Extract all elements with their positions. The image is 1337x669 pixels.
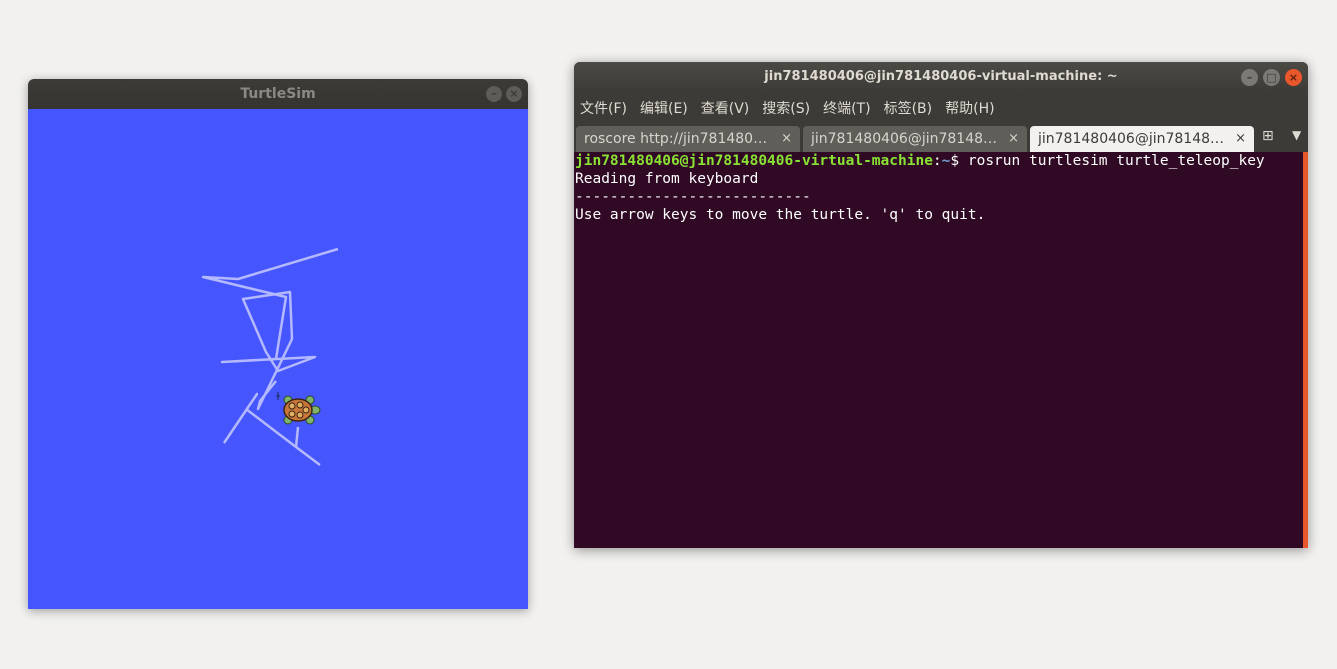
minimize-icon[interactable]: –	[486, 86, 502, 102]
minimize-icon[interactable]: –	[1241, 69, 1258, 86]
tab-close-icon[interactable]: ×	[1008, 126, 1019, 152]
terminal-menubar: 文件(F) 编辑(E) 查看(V) 搜索(S) 终端(T) 标签(B) 帮助(H…	[574, 92, 1308, 124]
close-icon[interactable]: ×	[506, 86, 522, 102]
terminal-output[interactable]: jin781480406@jin781480406-virtual-machin…	[574, 152, 1302, 548]
tab-label: roscore http://jin7814804…	[584, 131, 774, 147]
scrollbar[interactable]	[1303, 152, 1308, 548]
tab-label: jin781480406@jin781480…	[811, 131, 1001, 147]
menu-search[interactable]: 搜索(S)	[762, 98, 810, 118]
menu-help[interactable]: 帮助(H)	[945, 98, 994, 118]
command-text: rosrun turtlesim turtle_teleop_key	[959, 153, 1265, 169]
turtlesim-titlebar[interactable]: TurtleSim – ×	[28, 79, 528, 109]
tab-shell-1[interactable]: jin781480406@jin781480… ×	[803, 126, 1027, 152]
menu-tabs[interactable]: 标签(B)	[884, 98, 933, 118]
close-icon[interactable]: ×	[1285, 69, 1302, 86]
menu-view[interactable]: 查看(V)	[701, 98, 750, 118]
terminal-window: jin781480406@jin781480406-virtual-machin…	[574, 62, 1308, 548]
output-line: Use arrow keys to move the turtle. 'q' t…	[575, 207, 986, 223]
turtlesim-window: TurtleSim – ×	[28, 79, 528, 609]
turtle-icon	[276, 392, 321, 425]
tab-label: jin781480406@jin781480…	[1038, 131, 1228, 147]
menu-edit[interactable]: 编辑(E)	[640, 98, 688, 118]
turtle-path	[201, 247, 339, 466]
terminal-titlebar[interactable]: jin781480406@jin781480406-virtual-machin…	[574, 62, 1308, 92]
terminal-title: jin781480406@jin781480406-virtual-machin…	[764, 69, 1118, 84]
prompt-symbol: $	[950, 153, 960, 169]
output-line: Reading from keyboard	[575, 171, 759, 187]
new-tab-icon[interactable]: ⊞	[1262, 128, 1274, 144]
prompt-user: jin781480406@jin781480406-virtual-machin…	[575, 153, 933, 169]
output-line: ---------------------------	[575, 189, 811, 205]
menu-file[interactable]: 文件(F)	[580, 98, 627, 118]
terminal-tabbar: roscore http://jin7814804… × jin78148040…	[574, 124, 1308, 152]
tab-close-icon[interactable]: ×	[781, 126, 792, 152]
menu-terminal[interactable]: 终端(T)	[823, 98, 870, 118]
maximize-icon[interactable]: □	[1263, 69, 1280, 86]
turtlesim-title: TurtleSim	[240, 86, 316, 102]
turtlesim-canvas	[28, 109, 528, 609]
command-line: jin781480406@jin781480406-virtual-machin…	[574, 152, 1302, 170]
tab-shell-2[interactable]: jin781480406@jin781480… ×	[1030, 126, 1254, 152]
chevron-down-icon[interactable]: ▼	[1292, 128, 1301, 142]
tab-close-icon[interactable]: ×	[1235, 126, 1246, 152]
prompt-colon: :	[932, 153, 942, 169]
tab-roscore[interactable]: roscore http://jin7814804… ×	[576, 126, 800, 152]
